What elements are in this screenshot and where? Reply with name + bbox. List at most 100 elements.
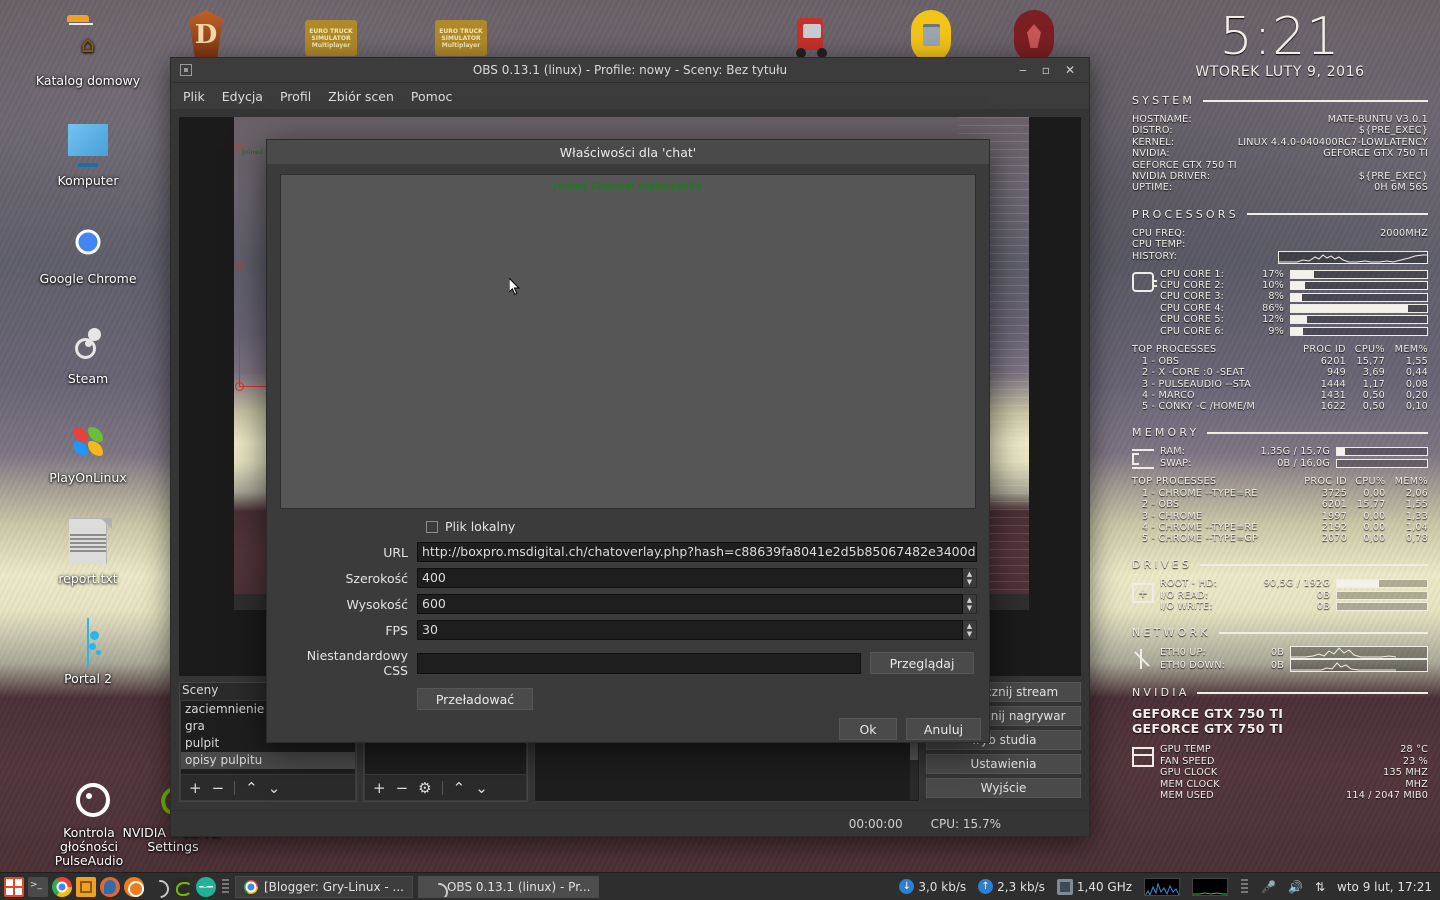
firefox-icon[interactable] (100, 876, 120, 897)
toolbar-divider (441, 780, 443, 795)
conky-section-network: NETWORK (1132, 626, 1428, 639)
menu-edycja[interactable]: Edycja (222, 89, 263, 104)
chrome-icon[interactable] (52, 876, 72, 897)
gear-icon[interactable]: ⚙ (418, 779, 431, 797)
fps-spinner[interactable]: ▲ ▼ (963, 620, 977, 640)
conky-section-memory: MEMORY (1132, 426, 1428, 439)
obs-icon[interactable] (148, 877, 168, 897)
custom-css-label: Niestandardowy CSS (306, 648, 408, 678)
game-icon-ets-mp-2[interactable]: EURO TRUCK SIMULATOR Multiplayer (433, 14, 489, 56)
swap-bar (1336, 458, 1428, 468)
download-icon: ↓ (899, 879, 915, 894)
taskbar-clock[interactable]: wto 9 lut, 17:21 (1337, 880, 1432, 894)
game-icon-diablo[interactable] (178, 10, 234, 60)
col-mem: MEM% (1394, 344, 1428, 356)
custom-css-input[interactable] (417, 652, 861, 674)
scene-item-selected[interactable]: opisy pulpitu (181, 752, 355, 769)
core-pct: 8% (1268, 291, 1284, 303)
game-icon-ets-mp-1[interactable]: EURO TRUCK SIMULATOR Multiplayer (303, 14, 359, 56)
taskbar-launchers[interactable] (0, 876, 216, 897)
sys-key: NVIDIA DRIVER: (1132, 171, 1211, 183)
col-name: TOP PROCESSES (1132, 476, 1217, 488)
menu-icon[interactable] (4, 876, 24, 897)
files-icon[interactable] (76, 876, 96, 897)
system-tray[interactable]: ↓ 3,0 kb/s ↑ 2,3 kb/s 1,40 GHz 🎤 🔊 ⇅ wto… (899, 877, 1440, 896)
resize-handle-l[interactable] (235, 261, 244, 270)
core-bar (1290, 281, 1428, 291)
core-label: CPU CORE 1: (1160, 268, 1225, 280)
game-icon-unturned[interactable] (1006, 8, 1062, 62)
taskbar[interactable]: [Blogger: Gry-Linux - ... OBS 0.13.1 (li… (0, 872, 1440, 900)
add-source-button[interactable]: + (373, 779, 386, 797)
network-updown-icon[interactable]: ⇅ (1315, 880, 1325, 894)
desktop-icon-computer[interactable]: Komputer (33, 120, 143, 188)
upload-rate: ↑ 2,3 kb/s (978, 879, 1045, 894)
desktop-icon-steam[interactable]: Steam (33, 318, 143, 386)
sys-val: 0H 6M 56S (1374, 182, 1428, 194)
desktop-icon-report-txt[interactable]: report.txt (33, 518, 143, 586)
game-icon-ets2[interactable] (903, 8, 959, 62)
terminal-icon[interactable] (28, 876, 48, 897)
process-row: 2 - OBS 6201 15,77 1,55 (1142, 499, 1428, 511)
desktop-icon-chrome[interactable]: Google Chrome (33, 218, 143, 286)
add-scene-button[interactable]: + (189, 779, 202, 797)
pulseaudio-icon[interactable] (124, 876, 144, 897)
obs-menubar[interactable]: Plik Edycja Profil Zbiór scen Pomoc (171, 83, 1089, 109)
core-bar (1290, 304, 1428, 314)
nvidia-icon[interactable] (172, 876, 192, 897)
local-file-checkbox-row[interactable]: Plik lokalny (426, 519, 977, 534)
resize-handle-bl[interactable] (235, 382, 244, 391)
network-graph-applet[interactable] (1192, 877, 1229, 896)
fps-input[interactable]: 30 (417, 620, 963, 640)
menu-pomoc[interactable]: Pomoc (411, 89, 452, 104)
core-pct: 12% (1262, 314, 1284, 326)
cpu-graph-applet[interactable] (1144, 877, 1181, 896)
volume-icon[interactable]: 🔊 (1288, 880, 1303, 894)
computer-monitor-icon (64, 120, 112, 168)
settings-button[interactable]: Ustawienia (926, 754, 1081, 774)
move-source-down-button[interactable]: ⌄ (475, 779, 488, 797)
move-source-up-button[interactable]: ⌃ (453, 779, 466, 797)
browse-button[interactable]: Przeglądaj (870, 652, 974, 674)
width-spinner[interactable]: ▲ ▼ (963, 568, 977, 588)
menu-plik[interactable]: Plik (183, 89, 205, 104)
upload-rate-text: 2,3 kb/s (997, 879, 1045, 894)
ok-button[interactable]: Ok (839, 718, 897, 740)
local-file-checkbox[interactable] (426, 520, 438, 533)
remove-source-button[interactable]: − (396, 779, 409, 797)
menu-profil[interactable]: Profil (280, 89, 311, 104)
game-icon-american-truck[interactable] (785, 8, 841, 58)
sources-toolbar[interactable]: + − ⚙ ⌃ ⌄ (364, 775, 527, 801)
desktop-icon-playonlinux[interactable]: PlayOnLinux (33, 417, 143, 485)
scenes-toolbar[interactable]: + − ⌃ ⌄ (180, 775, 356, 801)
width-input[interactable]: 400 (417, 568, 963, 588)
exit-button[interactable]: Wyjście (926, 778, 1081, 798)
move-scene-up-button[interactable]: ⌃ (245, 779, 258, 797)
microphone-icon[interactable]: 🎤 (1261, 880, 1276, 894)
drive-value: 90,5G / 192G (1263, 578, 1330, 590)
browser-source-preview[interactable]: Joined Channel maleczek69 (280, 174, 976, 509)
conky-section-processors: PROCESSORS (1132, 208, 1428, 221)
obs-titlebar[interactable]: OBS 0.13.1 (linux) - Profile: nowy - Sce… (171, 58, 1089, 83)
portal2-icon (64, 618, 112, 666)
remove-scene-button[interactable]: − (212, 779, 225, 797)
taskbar-window-chrome[interactable]: [Blogger: Gry-Linux - ... (235, 875, 413, 898)
obs-statusbar: 00:00:00 CPU: 15.7% (171, 810, 1089, 836)
height-input[interactable]: 600 (417, 594, 963, 614)
dialog-titlebar[interactable]: Właściwości dla 'chat' (267, 140, 989, 164)
properties-dialog[interactable]: Właściwości dla 'chat' Joined Channel ma… (266, 139, 990, 743)
reload-button[interactable]: Przeładować (417, 688, 533, 710)
menu-zbior-scen[interactable]: Zbiór scen (328, 89, 394, 104)
system-monitor-icon[interactable] (196, 876, 216, 897)
taskbar-window-obs[interactable]: OBS 0.13.1 (linux) - Pr... (417, 875, 600, 898)
desktop-icon-portal2[interactable]: Portal 2 (33, 618, 143, 686)
move-scene-down-button[interactable]: ⌄ (268, 779, 281, 797)
desktop-icon-home[interactable]: ⌂ Katalog domowy (33, 20, 143, 88)
cancel-button[interactable]: Anuluj (906, 718, 981, 740)
height-spinner[interactable]: ▲ ▼ (963, 594, 977, 614)
url-input[interactable]: http://boxpro.msdigital.ch/chatoverlay.p… (417, 542, 977, 562)
desktop-icon-label: Steam (67, 371, 109, 386)
gpu-key: MEM CLOCK (1160, 778, 1220, 790)
sys-key: UPTIME: (1132, 182, 1173, 194)
hdd-icon (1132, 583, 1154, 604)
